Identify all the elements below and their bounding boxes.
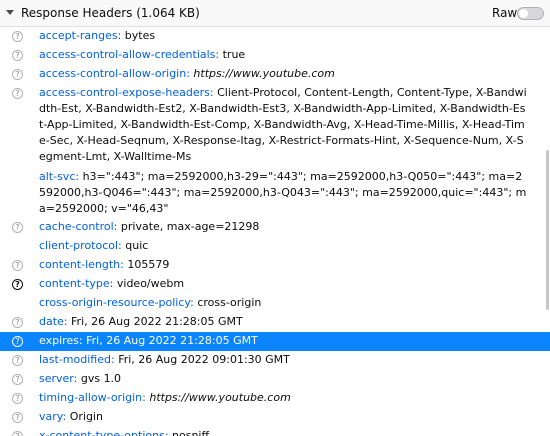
header-name: client-protocol: [39,239,122,252]
header-content: timing-allow-origin: https://www.youtube… [39,390,529,406]
header-name: accept-ranges: [39,29,122,42]
raw-label: Raw [492,6,518,20]
header-content: date: Fri, 26 Aug 2022 21:28:05 GMT [39,314,529,330]
raw-toggle[interactable] [517,7,544,20]
header-content: last-modified: Fri, 26 Aug 2022 09:01:30… [39,352,529,368]
header-content: access-control-allow-origin: https://www… [39,66,529,82]
header-value: gvs 1.0 [80,372,122,385]
header-content: alt-svc: h3=":443"; ma=2592000,h3-29=":4… [39,169,529,217]
header-name: server: [39,372,78,385]
header-value: nosniff [172,429,210,436]
header-value: https://www.youtube.com [149,391,291,404]
header-value: h3=":443"; ma=2592000,h3-29=":443"; ma=2… [39,170,527,215]
header-row[interactable]: ? access-control-allow-credentials: true [0,46,550,65]
header-row[interactable]: ? date: Fri, 26 Aug 2022 21:28:05 GMT [0,313,550,332]
header-name: access-control-allow-origin: [39,67,190,80]
header-value: Origin [69,410,103,423]
header-name: x-content-type-options: [39,429,169,436]
header-value: video/webm [116,277,185,290]
header-name: last-modified: [39,353,115,366]
header-row[interactable]: ? timing-allow-origin: https://www.youtub… [0,389,550,408]
help-icon[interactable]: ? [12,374,23,385]
help-icon[interactable]: ? [12,222,23,233]
header-value: private, max-age=21298 [120,220,260,233]
header-content: access-control-allow-credentials: true [39,47,529,63]
header-value: Fri, 26 Aug 2022 21:28:05 GMT [71,315,243,328]
header-name: cross-origin-resource-policy: [39,296,194,309]
header-value: cross-origin [197,296,262,309]
header-content: vary: Origin [39,409,529,425]
header-row[interactable]: ? expires: Fri, 26 Aug 2022 21:28:05 GMT [0,332,550,351]
header-name: vary: [39,410,67,423]
header-name: content-type: [39,277,114,290]
header-content: content-type: video/webm [39,276,529,292]
help-icon[interactable]: ? [12,69,23,80]
help-icon[interactable]: ? [12,260,23,271]
response-headers-panel: Response Headers (1.064 KB) Raw ? accept-… [0,0,550,436]
help-icon[interactable]: ? [12,431,23,436]
header-name: cache-control: [39,220,118,233]
header-name: date: [39,315,68,328]
header-content: accept-ranges: bytes [39,28,529,44]
help-icon[interactable]: ? [12,31,23,42]
header-value: https://www.youtube.com [193,67,335,80]
help-icon[interactable]: ? [12,355,23,366]
header-name: timing-allow-origin: [39,391,146,404]
header-content: client-protocol: quic [39,238,529,254]
header-value: 105579 [127,258,170,271]
header-name: expires: [39,334,83,347]
header-row[interactable]: ? content-length: 105579 [0,256,550,275]
header-value: quic [125,239,149,252]
help-icon[interactable]: ? [12,336,23,347]
header-row[interactable]: ? last-modified: Fri, 26 Aug 2022 09:01:3… [0,351,550,370]
header-content: cross-origin-resource-policy: cross-orig… [39,295,529,311]
header-content: content-length: 105579 [39,257,529,273]
help-icon[interactable]: ? [12,50,23,61]
header-content: x-content-type-options: nosniff [39,428,529,436]
header-name: content-length: [39,258,124,271]
help-icon[interactable]: ? [12,279,23,290]
help-icon[interactable]: ? [12,88,23,99]
response-headers-header[interactable]: Response Headers (1.064 KB) Raw [0,0,550,27]
header-row[interactable]: ? server: gvs 1.0 [0,370,550,389]
header-name: alt-svc: [39,170,80,183]
header-row[interactable]: ? content-type: video/webm [0,275,550,294]
header-value: Fri, 26 Aug 2022 09:01:30 GMT [118,353,290,366]
header-row[interactable]: ? access-control-expose-headers: Client-P… [0,84,550,168]
help-icon[interactable]: ? [12,317,23,328]
section-title: Response Headers (1.064 KB) [21,6,200,20]
chevron-down-icon[interactable] [6,10,14,15]
toggle-knob [519,9,528,18]
header-row[interactable]: ? access-control-allow-origin: https://ww… [0,65,550,84]
header-name: access-control-expose-headers: [39,86,214,99]
header-content: expires: Fri, 26 Aug 2022 21:28:05 GMT [39,333,529,349]
header-value: true [222,48,246,61]
header-value: Fri, 26 Aug 2022 21:28:05 GMT [86,334,258,347]
header-row[interactable]: alt-svc: h3=":443"; ma=2592000,h3-29=":4… [0,168,550,218]
header-row[interactable]: ? x-content-type-options: nosniff [0,427,550,436]
header-value: bytes [124,29,156,42]
header-content: access-control-expose-headers: Client-Pr… [39,85,529,165]
header-row[interactable]: ? vary: Origin [0,408,550,427]
header-content: server: gvs 1.0 [39,371,529,387]
header-row[interactable]: ? cache-control: private, max-age=21298 [0,218,550,237]
header-row[interactable]: client-protocol: quic [0,237,550,256]
help-icon[interactable]: ? [12,393,23,404]
help-icon[interactable]: ? [12,412,23,423]
header-row[interactable]: cross-origin-resource-policy: cross-orig… [0,294,550,313]
header-row[interactable]: ? accept-ranges: bytes [0,27,550,46]
header-name: access-control-allow-credentials: [39,48,220,61]
header-content: cache-control: private, max-age=21298 [39,219,529,235]
scrollbar[interactable] [546,150,549,310]
